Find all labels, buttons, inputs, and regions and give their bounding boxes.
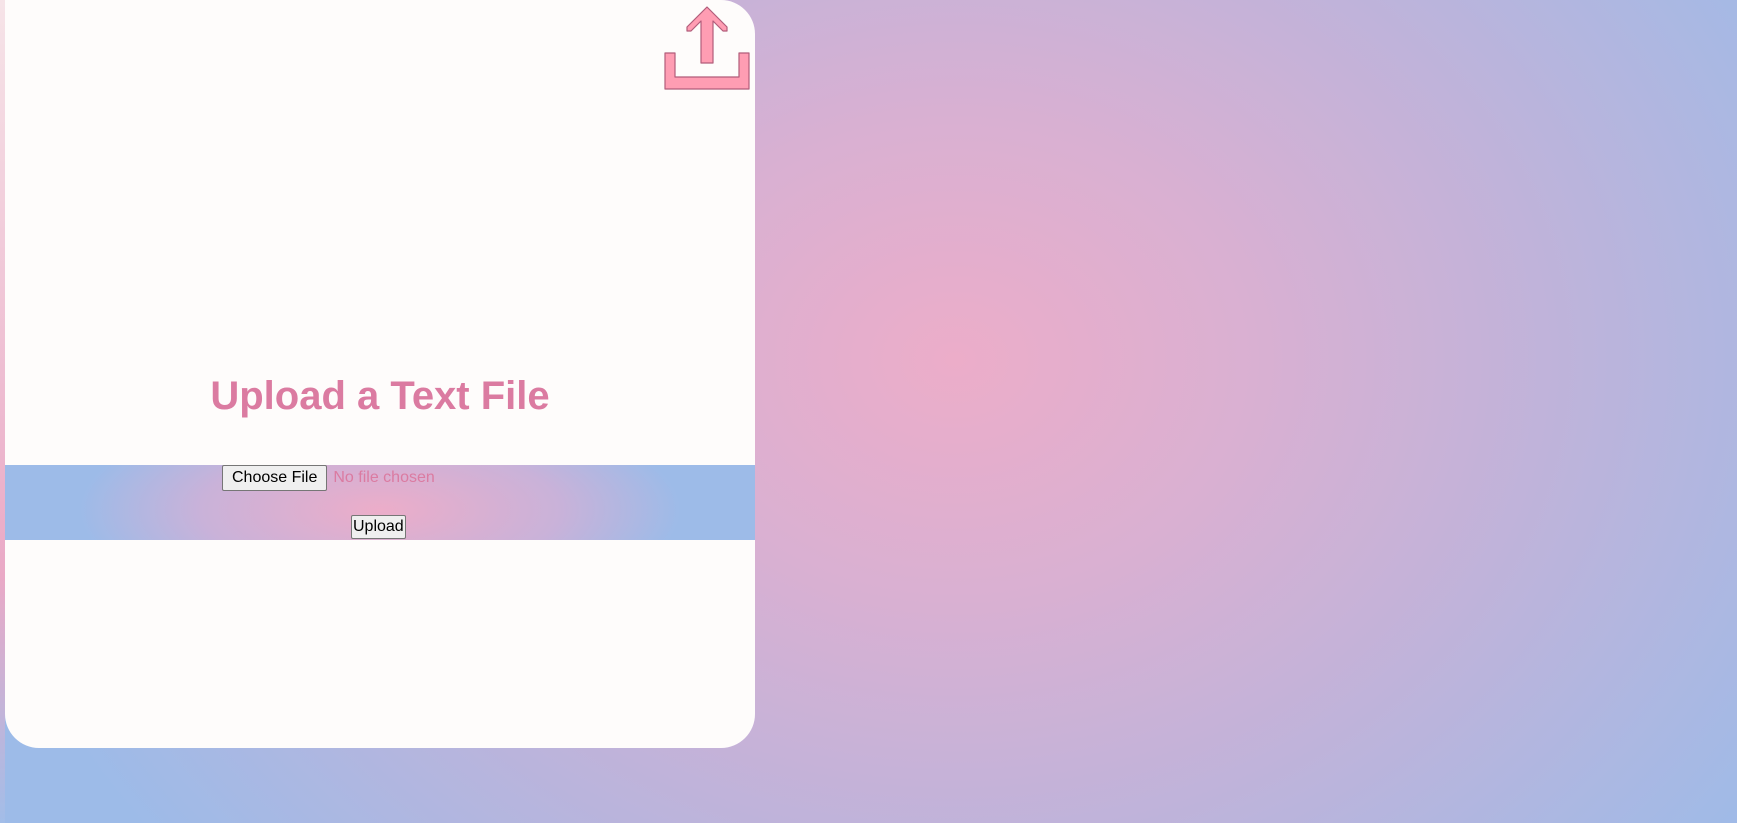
upload-card: Upload a Text File Choose File No file c… xyxy=(5,0,755,748)
file-input[interactable]: Choose File No file chosen xyxy=(222,465,435,491)
upload-icon[interactable] xyxy=(657,3,755,91)
upload-button[interactable]: Upload xyxy=(351,515,406,539)
file-status-text: No file chosen xyxy=(333,469,435,486)
upload-form: Choose File No file chosen Upload xyxy=(5,465,755,540)
page-title: Upload a Text File xyxy=(210,374,550,418)
choose-file-button[interactable]: Choose File xyxy=(222,465,328,491)
